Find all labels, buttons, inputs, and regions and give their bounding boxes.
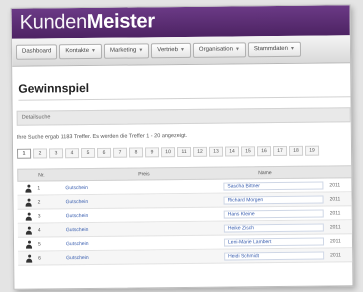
page-link[interactable]: 16 [256,146,272,157]
user-icon[interactable] [25,226,32,235]
nav-item-organisation[interactable]: Organisation ▼ [192,42,246,58]
chevron-down-icon: ▼ [138,47,144,54]
page-link[interactable]: 5 [81,147,96,159]
row-number: 4 [37,227,41,234]
prize-link[interactable]: Gutschein [66,199,89,205]
user-icon[interactable] [26,240,33,249]
prize-link[interactable]: Gutschein [66,227,89,233]
page-link[interactable]: 15 [240,146,256,157]
column-header-prize[interactable]: Preis [138,171,149,177]
row-date: 2011 [329,182,341,189]
winner-name-field[interactable]: Richard Morgen [223,195,324,205]
row-date: 2011 [329,238,341,245]
user-icon[interactable] [26,254,33,263]
nav-item-label: Kontakte [65,47,90,55]
app-window: KundenMeister Dashboard Kontakte ▼ Marketin… [10,4,354,290]
nav-item-dashboard[interactable]: Dashboard [15,44,58,60]
chevron-down-icon: ▼ [91,47,97,54]
table-row[interactable]: 6 Gutschein Heidi Schmidt 2011 [18,247,354,266]
chevron-down-icon: ▼ [234,46,240,53]
prize-link[interactable]: Gutschein [66,241,89,247]
row-number: 2 [37,199,41,206]
row-date: 2011 [330,252,341,259]
page-title: Gewinnspiel [18,75,351,101]
pagination: 1 2 3 4 5 6 7 8 9 10 11 12 13 14 15 16 17 18 19 [17,145,351,160]
winner-name-field[interactable]: Heike Zisch [223,223,324,233]
nav-item-kontakte[interactable]: Kontakte ▼ [59,43,103,60]
logo-text-bold: Meister [86,10,155,33]
nav-item-label: Stammdaten [253,45,288,53]
result-summary: Ihre Suche ergab 1183 Treffer. Es werden… [16,132,188,141]
nav-item-label: Marketing [109,47,137,54]
column-header-num[interactable]: Nr. [38,172,44,178]
chevron-down-icon: ▼ [289,45,295,52]
nav-item-marketing[interactable]: Marketing ▼ [103,43,150,59]
page-link[interactable]: 12 [192,146,208,157]
page-link[interactable]: 18 [288,145,304,156]
table-body: 1 Gutschein Sascha Bittner 2011 2 Gutschein Ri… [17,177,354,266]
winner-name-field[interactable]: Heidi Schmidt [224,251,325,261]
user-icon[interactable] [25,184,32,193]
user-icon[interactable] [25,212,32,221]
prize-link[interactable]: Gutschein [66,213,89,219]
page-link[interactable]: 3 [49,148,64,159]
winner-name-field[interactable]: Sascha Bittner [223,181,324,191]
row-number: 6 [38,255,41,262]
nav-item-stammdaten[interactable]: Stammdaten ▼ [247,41,301,58]
page-link[interactable]: 8 [129,147,144,158]
nav-item-label: Organisation [198,46,233,53]
app-header: KundenMeister [11,5,350,39]
user-icon[interactable] [25,198,32,207]
detail-search-toggle[interactable]: Detailsuche [16,107,351,126]
nav-item-vertrieb[interactable]: Vertrieb ▼ [151,42,192,59]
page-link[interactable]: 11 [177,146,192,158]
page-link[interactable]: 14 [224,146,240,157]
row-number: 5 [37,241,41,248]
page-link[interactable]: 17 [272,145,288,157]
page-link[interactable]: 1 [17,148,32,159]
row-date: 2011 [329,210,341,217]
page-link[interactable]: 7 [113,147,128,158]
chevron-down-icon: ▼ [179,46,185,54]
nav-item-label: Dashboard [21,48,52,55]
nav-item-label: Vertrieb [157,47,179,54]
page-link[interactable]: 4 [65,148,80,159]
page-link[interactable]: 6 [97,147,112,158]
page-link[interactable]: 9 [145,147,160,158]
row-date: 2011 [329,224,341,231]
row-date: 2011 [329,196,341,203]
row-number: 1 [37,185,41,192]
winner-name-field[interactable]: Leni-Marie Lambert [223,237,325,247]
prize-link[interactable]: Gutschein [66,255,89,261]
page-link[interactable]: 13 [208,146,224,157]
winner-name-field[interactable]: Hans Kleine [223,209,324,219]
logo-text-light: Kunden [19,10,87,34]
page-link[interactable]: 2 [33,148,48,159]
winners-table: Nr. Preis Name 1 Gutschein Sascha Bittner 2… [17,164,354,266]
column-header-name[interactable]: Name [258,170,271,176]
main-nav: Dashboard Kontakte ▼ Marketing ▼ Vertrieb ▼ Org… [11,35,351,67]
page-link[interactable]: 10 [161,147,176,158]
page-link[interactable]: 19 [304,145,320,156]
app-logo[interactable]: KundenMeister [20,10,155,33]
prize-link[interactable]: Gutschein [65,185,88,191]
row-number: 3 [37,213,41,220]
